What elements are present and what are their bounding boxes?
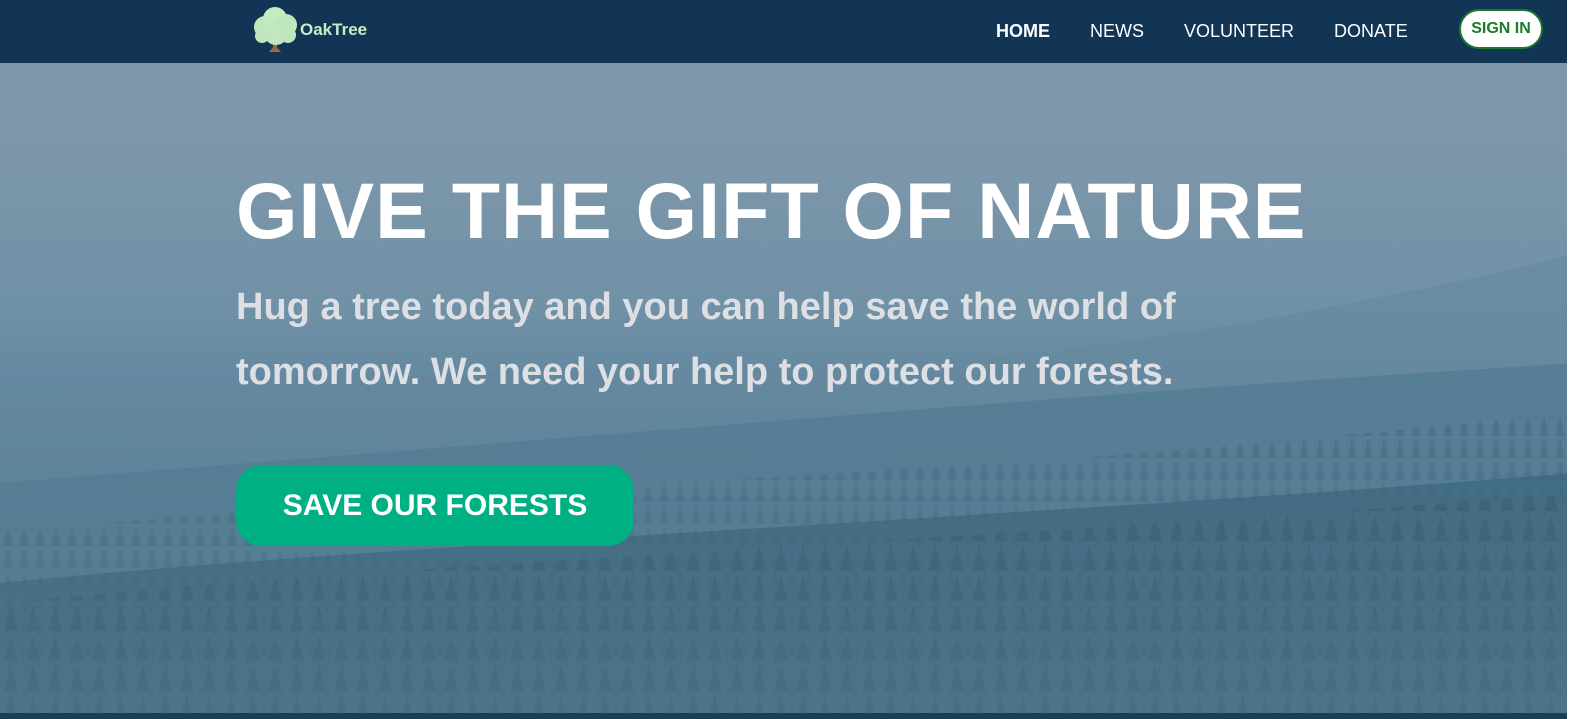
hero-headline: GIVE THE GIFT OF NATURE: [236, 166, 1307, 255]
oak-tree-icon: [254, 7, 297, 52]
nav-link-home[interactable]: HOME: [996, 21, 1050, 42]
save-our-forests-button[interactable]: SAVE OUR FORESTS: [236, 465, 634, 546]
top-navbar: OakTree HOME NEWS VOLUNTEER DONATE SIGN …: [0, 0, 1577, 63]
hero-section: GIVE THE GIFT OF NATURE Hug a tree today…: [0, 63, 1577, 713]
page-edge: [1567, 0, 1577, 719]
bottom-divider: [0, 713, 1577, 719]
nav-link-volunteer[interactable]: VOLUNTEER: [1184, 21, 1294, 42]
brand-name: OakTree: [300, 20, 368, 39]
nav-link-donate[interactable]: DONATE: [1334, 21, 1408, 42]
hero-subtitle: Hug a tree today and you can help save t…: [236, 286, 1176, 393]
sign-in-button[interactable]: SIGN IN: [1459, 9, 1543, 49]
nav-link-news[interactable]: NEWS: [1090, 21, 1144, 42]
brand-logo[interactable]: OakTree: [251, 5, 367, 55]
main-nav: HOME NEWS VOLUNTEER DONATE: [996, 0, 1408, 63]
